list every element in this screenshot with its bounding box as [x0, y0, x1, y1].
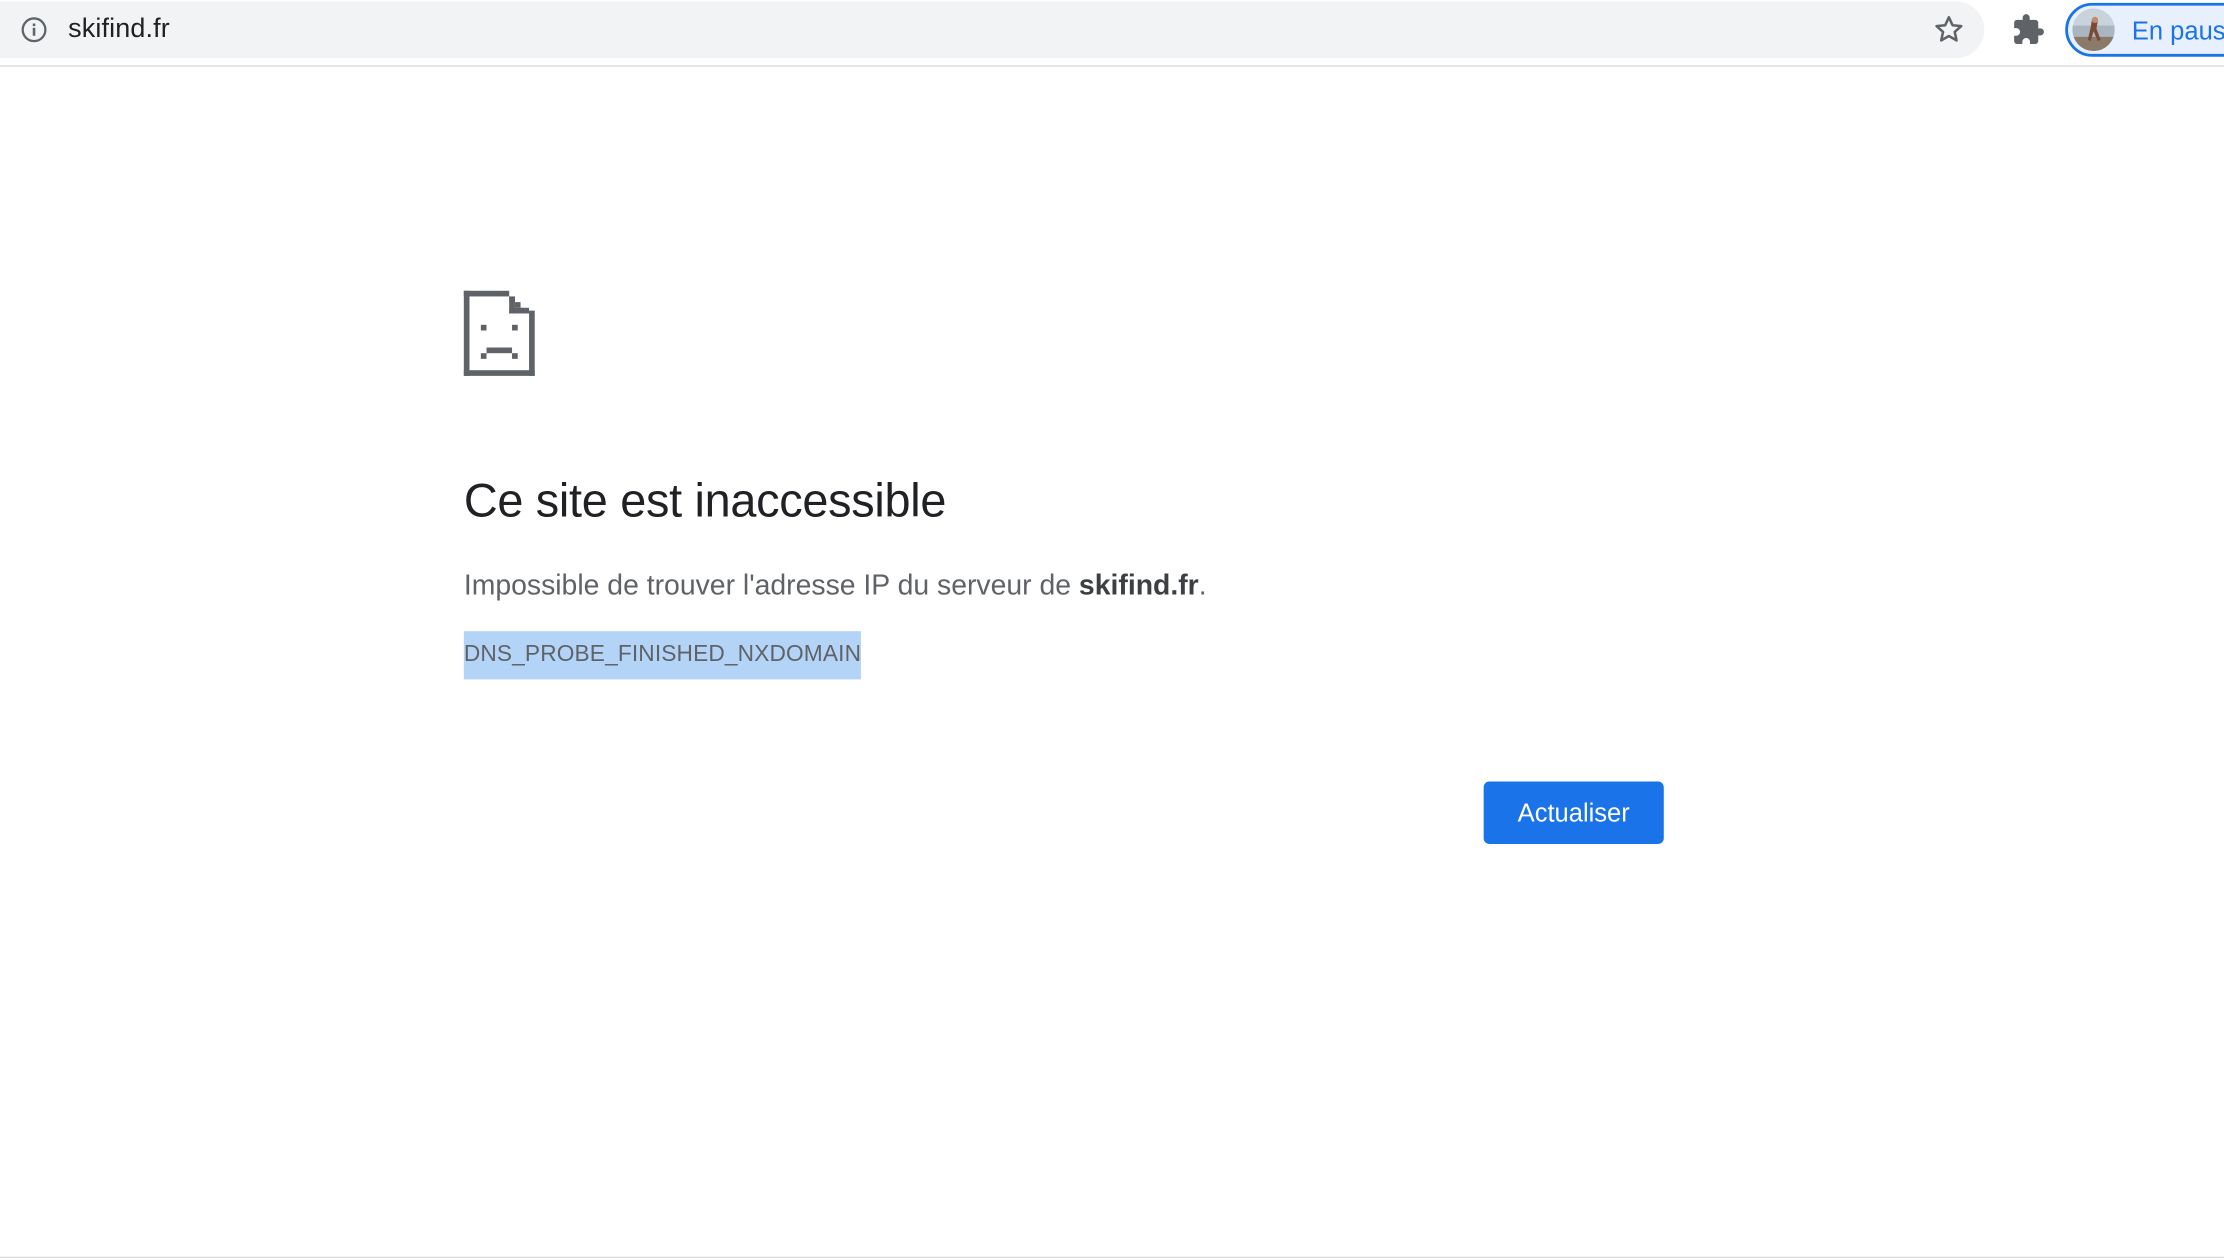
extensions-puzzle-icon[interactable]: [2011, 13, 2045, 47]
summary-text: Impossible de trouver l'adresse IP du se…: [463, 570, 1079, 602]
address-bar[interactable]: skifind.fr: [0, 1, 1985, 59]
sad-document-icon: [463, 290, 535, 376]
error-title: Ce site est inaccessible: [463, 473, 947, 527]
browser-toolbar: skifind.fr En pause: [0, 0, 2224, 67]
window-bottom-border: [0, 1256, 2224, 1259]
summary-period: .: [1198, 570, 1207, 602]
url-text[interactable]: skifind.fr: [68, 14, 170, 45]
avatar: [2072, 8, 2115, 52]
error-summary: Impossible de trouver l'adresse IP du se…: [464, 567, 1207, 604]
error-code: DNS_PROBE_FINISHED_NXDOMAIN: [463, 631, 862, 680]
profile-button[interactable]: En pause: [2065, 2, 2224, 57]
profile-status-label: En pause: [2131, 17, 2224, 46]
bookmark-star-icon[interactable]: [1932, 13, 1966, 47]
browser-window: skifind.fr En pause: [0, 0, 2224, 1260]
reload-button[interactable]: Actualiser: [1483, 781, 1664, 844]
summary-hostname: skifind.fr: [1078, 570, 1199, 602]
info-icon[interactable]: [20, 16, 48, 44]
